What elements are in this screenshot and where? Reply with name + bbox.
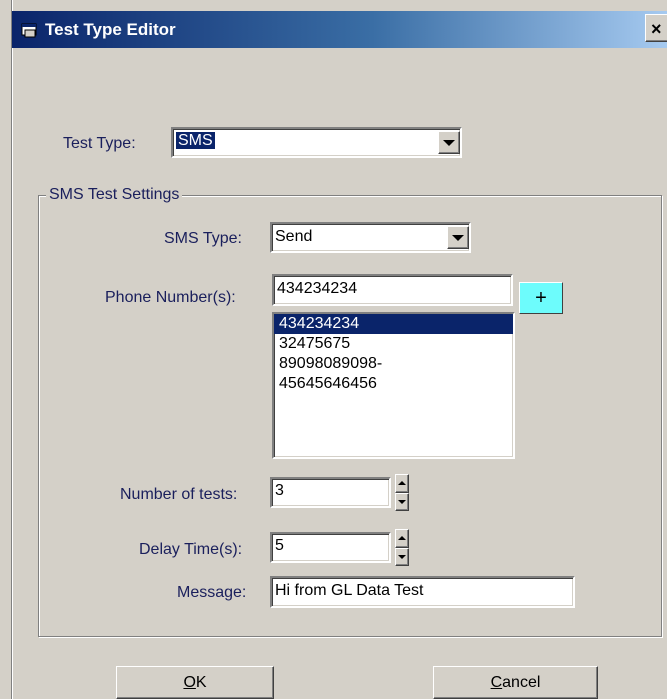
sms-type-dropdown-button[interactable] [447,226,469,249]
sms-type-value: Send [275,228,313,245]
chevron-down-icon [452,234,464,241]
num-tests-spinner[interactable] [395,474,409,511]
arrow-up-icon [398,481,406,486]
num-tests-value: 3 [275,482,284,499]
arrow-down-icon [398,554,406,559]
app-icon [21,22,39,38]
num-tests-up-button[interactable] [395,474,409,493]
phone-list[interactable]: 434234234 32475675 89098089098- 45645646… [272,312,515,459]
close-icon: × [651,19,662,39]
delay-up-button[interactable] [395,529,409,548]
window-left-border [0,0,13,699]
test-type-value: SMS [176,132,215,149]
phone-input-value: 434234234 [277,280,358,297]
close-button[interactable]: × [645,14,667,42]
phone-list-item[interactable]: 89098089098- [274,354,513,374]
arrow-down-icon [398,499,406,504]
plus-icon: + [535,286,547,309]
phone-input[interactable]: 434234234 [272,274,513,306]
cancel-button[interactable]: Cancel [433,666,598,699]
test-type-dropdown-button[interactable] [438,131,460,154]
test-type-label: Test Type: [63,135,136,152]
ok-button[interactable]: OK [116,666,274,699]
num-tests-label: Number of tests: [120,486,238,503]
delay-value: 5 [275,537,284,554]
sms-type-label: SMS Type: [164,230,242,247]
arrow-up-icon [398,536,406,541]
phone-list-item[interactable]: 32475675 [274,334,513,354]
cancel-button-label: Cancel [490,673,541,691]
num-tests-input[interactable]: 3 [270,477,391,508]
add-phone-button[interactable]: + [519,282,563,314]
test-type-select[interactable]: SMS [171,127,462,158]
delay-down-button[interactable] [395,547,409,566]
message-value: Hi from GL Data Test [275,582,424,599]
delay-input[interactable]: 5 [270,532,391,563]
phone-label: Phone Number(s): [105,289,236,306]
window-title: Test Type Editor [45,20,176,39]
chevron-down-icon [443,139,455,146]
delay-label: Delay Time(s): [139,541,243,558]
num-tests-down-button[interactable] [395,492,409,511]
delay-spinner[interactable] [395,529,409,566]
message-label: Message: [177,584,247,601]
phone-list-item[interactable]: 434234234 [274,314,513,334]
phone-list-item[interactable]: 45645646456 [274,374,513,394]
message-input[interactable]: Hi from GL Data Test [270,576,575,608]
ok-button-label: OK [183,673,207,691]
sms-settings-title: SMS Test Settings [46,186,183,204]
sms-type-select[interactable]: Send [270,222,471,253]
